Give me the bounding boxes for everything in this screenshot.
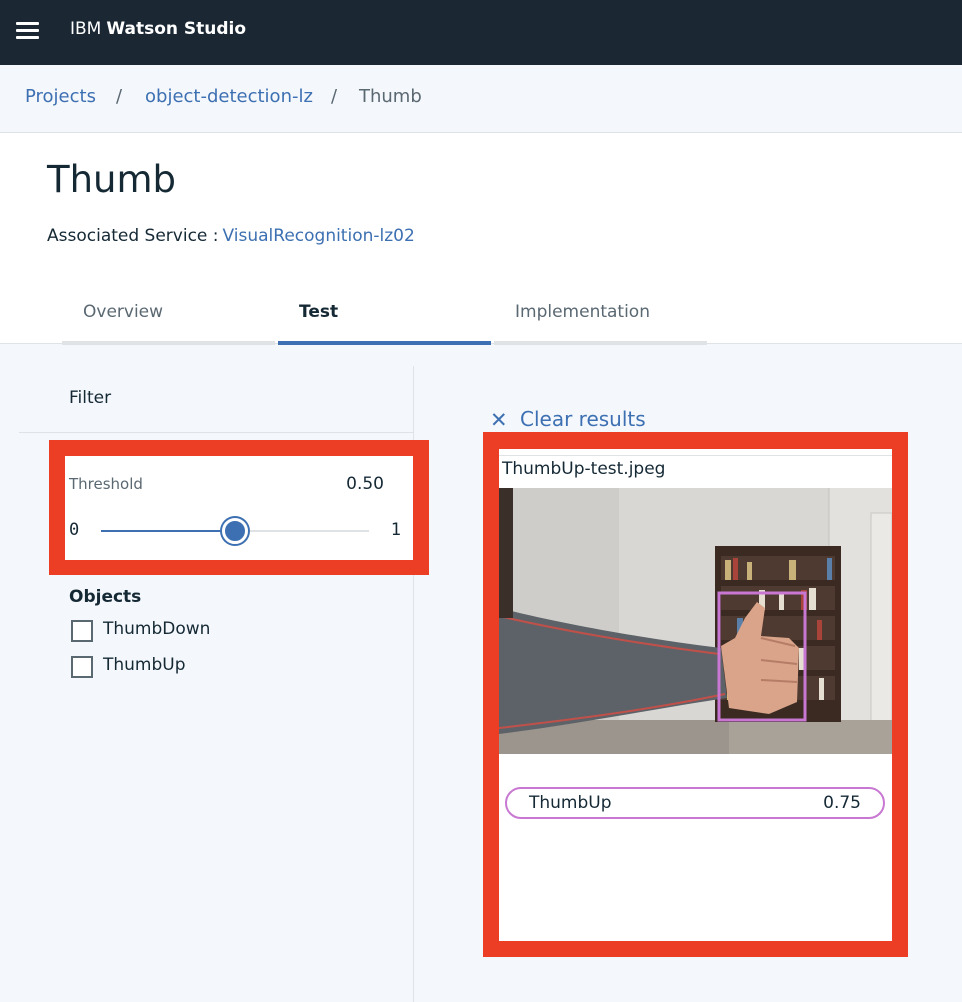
detection-score: 0.75 xyxy=(823,793,861,813)
detection-label: ThumbUp xyxy=(529,793,612,813)
app-brand[interactable]: IBM Watson Studio xyxy=(70,19,246,39)
test-image-drawing xyxy=(499,488,892,754)
brand-prefix: IBM xyxy=(70,19,102,39)
page-title: Thumb xyxy=(47,158,177,201)
associated-service: Associated Service : VisualRecognition-lz… xyxy=(47,226,415,246)
objects-title: Objects xyxy=(69,587,142,607)
threshold-value: 0.50 xyxy=(346,474,384,494)
threshold-slider[interactable] xyxy=(101,518,369,544)
breadcrumb-separator: / xyxy=(116,86,123,107)
breadcrumb-current: Thumb xyxy=(359,86,422,107)
slider-fill xyxy=(101,530,235,532)
filter-title: Filter xyxy=(69,388,112,408)
checkbox[interactable] xyxy=(71,656,93,678)
close-icon: ✕ xyxy=(490,408,508,432)
result-file-name: ThumbUp-test.jpeg xyxy=(502,459,666,479)
breadcrumb-separator: / xyxy=(331,86,338,107)
object-label: ThumbDown xyxy=(103,619,211,639)
threshold-label: Threshold xyxy=(69,475,143,493)
service-label: Associated Service : xyxy=(47,226,219,246)
slider-max-label: 1 xyxy=(390,520,401,540)
object-label: ThumbUp xyxy=(103,655,186,675)
divider xyxy=(19,432,414,433)
service-link[interactable]: VisualRecognition-lz02 xyxy=(223,226,415,246)
brand-name: Watson Studio xyxy=(106,19,247,39)
page-header: Thumb Associated Service : VisualRecognit… xyxy=(0,132,962,345)
threshold-control: Threshold 0.50 0 1 xyxy=(65,456,413,560)
tab-implementation[interactable]: Implementation xyxy=(494,291,707,345)
divider xyxy=(499,455,892,456)
breadcrumb-project[interactable]: object-detection-lz xyxy=(145,86,313,107)
checkbox[interactable] xyxy=(71,620,93,642)
slider-min-label: 0 xyxy=(69,520,80,540)
tab-test[interactable]: Test xyxy=(278,291,491,345)
slider-handle[interactable] xyxy=(222,518,248,544)
clear-results-label: Clear results xyxy=(520,407,646,431)
test-image xyxy=(499,488,892,754)
breadcrumb-projects[interactable]: Projects xyxy=(25,86,96,107)
detection-result-tag[interactable]: ThumbUp 0.75 xyxy=(505,787,885,819)
top-nav-bar: IBM Watson Studio xyxy=(0,0,962,65)
result-card: ThumbUp-test.jpeg ThumbUp 0.75 xyxy=(499,449,892,941)
breadcrumb: Projects / object-detection-lz / Thumb xyxy=(0,65,962,132)
tab-overview[interactable]: Overview xyxy=(62,291,275,345)
hamburger-menu-icon[interactable] xyxy=(16,20,40,42)
